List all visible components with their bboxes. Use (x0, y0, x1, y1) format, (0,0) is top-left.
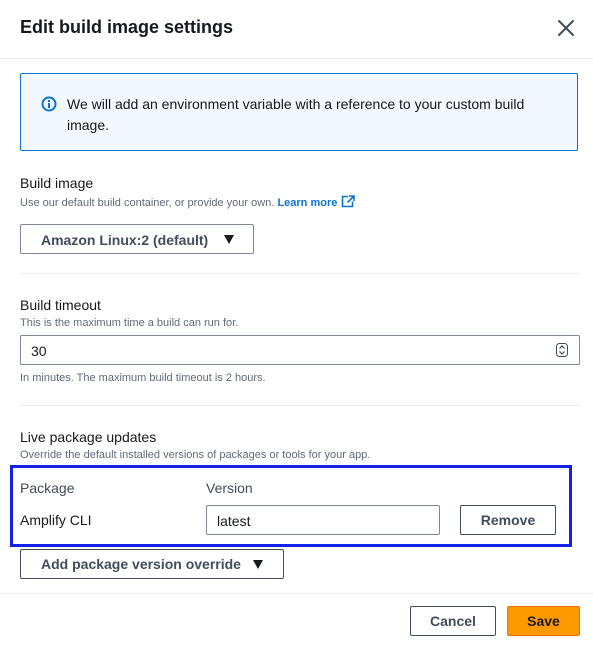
modal-footer: Cancel Save (0, 593, 593, 648)
spinner-icon[interactable] (556, 343, 568, 357)
add-package-override-button[interactable]: Add package version override (20, 549, 284, 579)
info-icon (41, 96, 57, 112)
build-timeout-hint: In minutes. The maximum build timeout is… (20, 372, 266, 384)
info-alert: We will add an environment variable with… (20, 73, 578, 151)
package-name: Amplify CLI (20, 512, 92, 528)
modal-title: Edit build image settings (20, 17, 234, 37)
external-link-icon[interactable] (341, 195, 356, 208)
live-package-updates-label: Live package updates (20, 429, 157, 445)
section-divider (20, 273, 580, 274)
modal-header: Edit build image settings (0, 0, 593, 59)
build-image-select[interactable]: Amazon Linux:2 (default) (20, 224, 254, 254)
close-icon[interactable] (553, 15, 579, 41)
cancel-button[interactable]: Cancel (410, 606, 496, 636)
modal-body: We will add an environment variable with… (0, 59, 593, 593)
learn-more-link-text[interactable]: Learn more (277, 197, 337, 209)
build-timeout-value[interactable]: 30 (31, 343, 47, 359)
column-header-package: Package (20, 480, 75, 496)
build-timeout-label: Build timeout (20, 297, 101, 313)
save-button[interactable]: Save (507, 606, 580, 636)
version-value[interactable]: latest (217, 513, 250, 529)
build-image-description: Use our default build container, or prov… (20, 195, 356, 209)
add-package-override-label[interactable]: Add package version override (41, 556, 241, 572)
version-input[interactable]: latest (206, 505, 440, 535)
remove-button[interactable]: Remove (460, 505, 556, 535)
learn-more-link[interactable]: Learn more (277, 195, 356, 209)
edit-build-image-modal: Edit build image settings We will add an… (0, 0, 593, 648)
alert-text: We will add an environment variable with… (67, 96, 525, 133)
live-package-updates-description: Override the default installed versions … (20, 449, 371, 461)
build-timeout-input[interactable]: 30 (20, 335, 580, 365)
build-image-description-text: Use our default build container, or prov… (20, 197, 275, 209)
column-header-version: Version (206, 480, 253, 496)
build-image-selected-value: Amazon Linux:2 (default) (41, 232, 209, 248)
section-divider (20, 405, 580, 406)
build-image-label: Build image (20, 175, 94, 191)
caret-down-icon (224, 235, 234, 244)
build-timeout-description: This is the maximum time a build can run… (20, 317, 239, 329)
caret-down-icon[interactable] (253, 560, 263, 569)
